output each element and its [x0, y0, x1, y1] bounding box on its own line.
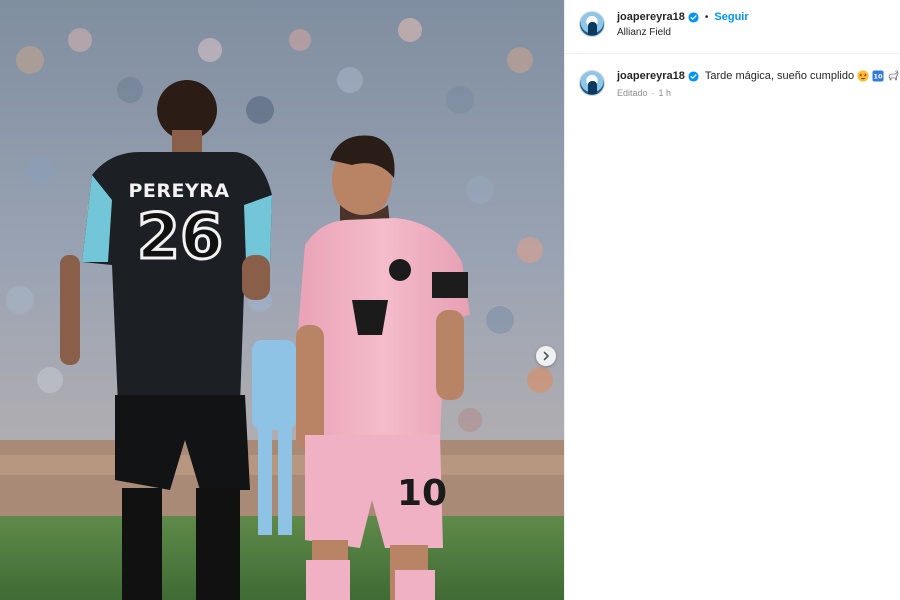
post-side-panel: joapereyra18 • Seguir Allianz Field joap… [564, 0, 900, 600]
shorts-number-text: 10 [397, 473, 448, 514]
goat-emoji-icon [888, 70, 899, 81]
meta-separator: · [651, 88, 655, 98]
caption-avatar[interactable] [579, 70, 605, 96]
follow-button[interactable]: Seguir [714, 11, 748, 23]
post-photo [0, 0, 564, 600]
number-10-keycap-icon: 10 [872, 70, 884, 82]
instagram-post: PEREYRA 26 10 joapereyra18 • Seguir Alli… [0, 0, 900, 600]
location-link[interactable]: Allianz Field [617, 27, 749, 38]
verified-badge-icon [688, 11, 699, 23]
caption-meta: Editado · 1 h [617, 88, 899, 98]
chevron-right-icon [543, 351, 549, 361]
username-link[interactable]: joapereyra18 [617, 11, 685, 23]
jersey-number-text: 26 [135, 200, 224, 273]
avatar[interactable] [579, 11, 605, 37]
post-header: joapereyra18 • Seguir Allianz Field [565, 0, 900, 54]
jersey-name-text: PEREYRA [128, 180, 230, 202]
separator-dot: • [704, 11, 709, 23]
caption-line: joapereyra18 Tarde mágica, sueño cumplid… [617, 70, 899, 82]
post-header-row: joapereyra18 • Seguir [617, 11, 749, 23]
post-header-text: joapereyra18 • Seguir Allianz Field [617, 11, 749, 38]
svg-text:10: 10 [874, 72, 884, 80]
caption-comment: joapereyra18 Tarde mágica, sueño cumplid… [565, 54, 900, 98]
next-photo-button[interactable] [536, 346, 556, 366]
star-struck-emoji-icon [857, 70, 869, 82]
caption-text: Tarde mágica, sueño cumplido [704, 70, 855, 82]
post-time[interactable]: 1 h [659, 88, 672, 98]
caption-body: joapereyra18 Tarde mágica, sueño cumplid… [617, 70, 899, 98]
edited-label: Editado [617, 88, 648, 98]
post-media[interactable]: PEREYRA 26 10 [0, 0, 564, 600]
caption-username-link[interactable]: joapereyra18 [617, 70, 685, 82]
verified-badge-icon [688, 70, 699, 82]
